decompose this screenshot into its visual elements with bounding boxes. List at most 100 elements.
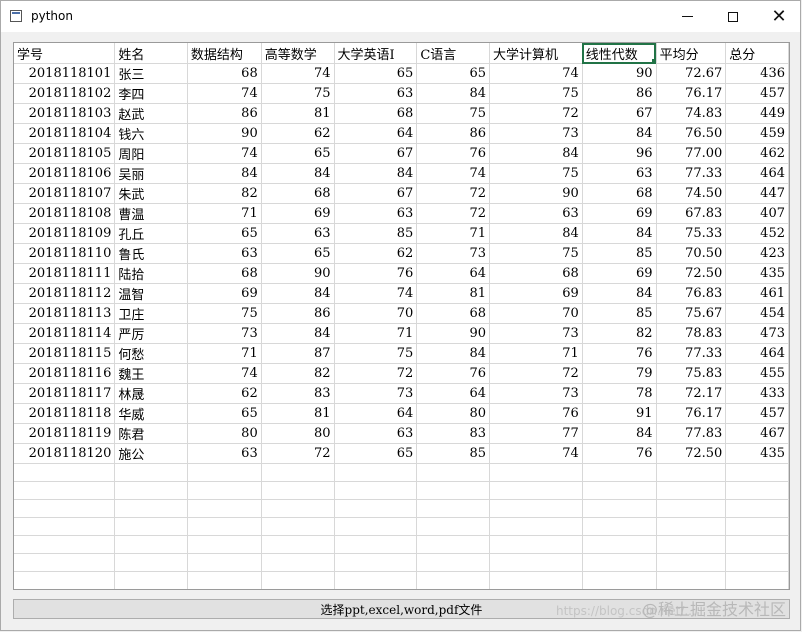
table-cell[interactable] <box>14 463 116 482</box>
table-cell[interactable] <box>656 463 727 482</box>
table-cell[interactable] <box>14 535 116 554</box>
table-cell[interactable]: 454 <box>725 303 789 324</box>
table-cell[interactable]: 63 <box>187 243 262 264</box>
table-cell[interactable] <box>416 535 490 554</box>
table-cell[interactable]: 82 <box>261 363 335 384</box>
table-cell[interactable]: 73 <box>489 323 583 344</box>
table-cell[interactable]: 67 <box>334 143 418 164</box>
table-cell[interactable]: 461 <box>725 283 789 304</box>
table-cell[interactable]: 63 <box>261 223 335 244</box>
table-cell[interactable]: 87 <box>261 343 335 364</box>
table-cell[interactable] <box>14 590 115 591</box>
table-cell[interactable]: 72 <box>489 363 583 384</box>
table-cell[interactable] <box>725 553 789 572</box>
table-cell[interactable]: 64 <box>334 123 418 144</box>
table-cell[interactable] <box>261 553 335 572</box>
table-cell[interactable]: 74 <box>334 283 418 304</box>
table-row[interactable]: 2018118109 孔丘 65 63 85 71 84 84 75.33 452 <box>14 223 789 244</box>
table-cell[interactable]: 75.33 <box>656 223 727 244</box>
table-cell[interactable]: 65 <box>261 143 335 164</box>
table-cell[interactable]: 63 <box>334 423 418 444</box>
table-cell[interactable]: 84 <box>334 163 418 184</box>
table-cell[interactable]: 74 <box>416 163 490 184</box>
table-row[interactable] <box>14 535 789 554</box>
table-cell[interactable]: 84 <box>582 123 657 144</box>
table-cell[interactable] <box>261 535 335 554</box>
table-row[interactable]: 2018118120 施公 63 72 65 85 74 76 72.50 435 <box>14 443 789 464</box>
table-cell[interactable]: 78 <box>582 383 657 404</box>
table-cell[interactable]: 李四 <box>114 83 188 104</box>
table-cell[interactable] <box>489 499 583 518</box>
table-cell[interactable]: 72.67 <box>656 63 727 84</box>
table-cell[interactable]: 72.17 <box>656 383 727 404</box>
table-cell[interactable] <box>416 553 490 572</box>
table-cell[interactable]: 2018118109 <box>14 223 116 244</box>
table-row[interactable]: 2018118101 张三 68 74 65 65 74 90 72.67 436 <box>14 63 789 84</box>
table-cell[interactable]: 73 <box>187 323 262 344</box>
table-cell[interactable]: 65 <box>416 63 490 84</box>
table-row[interactable]: 2018118108 曹温 71 69 63 72 63 69 67.83 407 <box>14 203 789 224</box>
table-cell[interactable]: 76.17 <box>656 83 727 104</box>
table-cell[interactable]: 76.50 <box>656 123 727 144</box>
table-cell[interactable]: 73 <box>334 383 418 404</box>
table-cell[interactable] <box>489 463 583 482</box>
table-cell[interactable] <box>489 553 583 572</box>
table-cell[interactable] <box>489 481 583 500</box>
minimize-button[interactable] <box>664 1 710 32</box>
column-header[interactable]: 数据结构 <box>187 43 262 64</box>
table-cell[interactable]: 86 <box>416 123 490 144</box>
table-cell[interactable]: 75.67 <box>656 303 727 324</box>
table-cell[interactable]: 72.50 <box>656 443 727 464</box>
table-cell[interactable]: 84 <box>489 143 583 164</box>
table-cell[interactable]: 75 <box>261 83 335 104</box>
table-cell[interactable]: 69 <box>489 283 583 304</box>
table-cell[interactable]: 76 <box>416 363 490 384</box>
table-cell[interactable] <box>725 571 789 589</box>
table-cell[interactable]: 85 <box>334 223 418 244</box>
column-header[interactable]: 姓名 <box>114 43 188 64</box>
table-cell[interactable] <box>416 481 490 500</box>
table-cell[interactable]: 75 <box>416 103 490 124</box>
table-cell[interactable]: 76 <box>582 443 657 464</box>
table-cell[interactable]: 2018118105 <box>14 143 116 164</box>
table-cell[interactable] <box>417 590 490 591</box>
table-cell[interactable] <box>261 499 335 518</box>
table-cell[interactable] <box>187 553 262 572</box>
table-row[interactable]: 2018118117 林晟 62 83 73 64 73 78 72.17 433 <box>14 383 789 404</box>
table-cell[interactable]: 68 <box>489 263 583 284</box>
table-row[interactable]: 2018118104 钱六 90 62 64 86 73 84 76.50 459 <box>14 123 789 144</box>
table-cell[interactable] <box>187 463 262 482</box>
table-cell[interactable] <box>582 517 657 536</box>
table-cell[interactable]: 81 <box>261 103 335 124</box>
table-cell[interactable] <box>582 535 657 554</box>
table-cell[interactable] <box>416 463 490 482</box>
table-row[interactable]: 2018118105 周阳 74 65 67 76 84 96 77.00 462 <box>14 143 789 164</box>
table-cell[interactable]: 90 <box>582 63 657 84</box>
table-cell[interactable]: 83 <box>416 423 490 444</box>
maximize-button[interactable] <box>710 1 756 32</box>
table-cell[interactable]: 83 <box>261 383 335 404</box>
table-cell[interactable]: 2018118106 <box>14 163 116 184</box>
table-cell[interactable]: 2018118113 <box>14 303 116 324</box>
table-cell[interactable] <box>656 499 727 518</box>
table-cell[interactable]: 433 <box>725 383 789 404</box>
column-header[interactable]: 总分 <box>725 43 789 64</box>
table-cell[interactable]: 72 <box>261 443 335 464</box>
table-cell[interactable] <box>334 553 418 572</box>
table-cell[interactable]: 65 <box>187 403 262 424</box>
table-row[interactable]: 2018118118 华威 65 81 64 80 76 91 76.17 457 <box>14 403 789 424</box>
table-cell[interactable] <box>334 590 417 591</box>
table-cell[interactable]: 68 <box>416 303 490 324</box>
table-cell[interactable] <box>187 481 262 500</box>
table-cell[interactable]: 86 <box>582 83 657 104</box>
table-cell[interactable]: 严厉 <box>114 323 188 344</box>
table-cell[interactable]: 75 <box>489 83 583 104</box>
table-cell[interactable]: 71 <box>416 223 490 244</box>
table-cell[interactable]: 84 <box>582 283 657 304</box>
table-cell[interactable] <box>489 590 582 591</box>
table-cell[interactable]: 85 <box>582 243 657 264</box>
table-row[interactable] <box>14 517 789 536</box>
table-cell[interactable]: 77.83 <box>656 423 727 444</box>
table-row[interactable]: 2018118114 严厉 73 84 71 90 73 82 78.83 473 <box>14 323 789 344</box>
table-cell[interactable]: 78.83 <box>656 323 727 344</box>
